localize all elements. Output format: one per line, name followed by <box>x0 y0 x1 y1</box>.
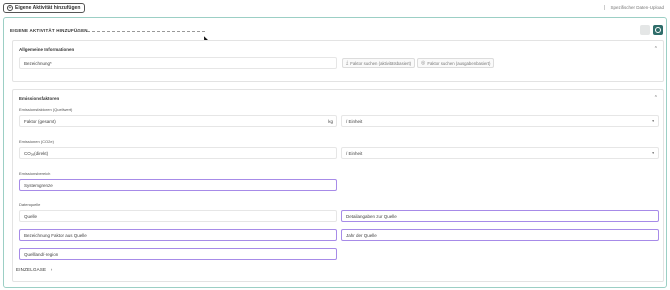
chevron-right-icon: › <box>50 267 53 272</box>
source-region-field[interactable]: Quellland/-region <box>19 248 337 260</box>
plus-circle-icon: + <box>7 5 13 11</box>
add-own-activity-label: Eigene Aktivität hinzufügen <box>15 5 81 11</box>
search-expense-factor-label: Faktor suchen (ausgabenbasiert) <box>427 60 491 66</box>
add-own-activity-button[interactable]: + Eigene Aktivität hinzufügen <box>3 3 86 13</box>
emissions-label: Emissionen (CO2e) <box>19 139 54 144</box>
emission-factors-title: Emissionsfaktoren <box>19 96 60 101</box>
source-details-placeholder: Detailangaben zur Quelle <box>346 213 397 219</box>
circle-icon <box>655 27 661 33</box>
co2-direct-placeholder: CO₂ₑ(direkt) <box>24 150 49 156</box>
caret-down-icon: ▾ <box>652 119 654 123</box>
emission-factors-section: Emissionsfaktoren ⌃ Emissionsfaktoren (Q… <box>12 89 664 282</box>
emission-range-label: Emissionsbereich <box>19 171 51 176</box>
unit-select-2-value: / Einheit <box>346 150 363 156</box>
caret-down-icon: ▾ <box>652 151 654 155</box>
search-activity-factor-button[interactable]: ⤓ Faktor suchen (aktivitätsbasiert) <box>342 58 416 68</box>
source-factor-name-placeholder: Bezeichnung Faktor aus Quelle <box>24 232 87 238</box>
factor-unit: kg <box>328 119 333 124</box>
specific-data-upload-link[interactable]: Spezifischer Daten-Upload <box>604 5 664 10</box>
factor-total-placeholder: Faktor (gesamt) <box>24 118 56 124</box>
confirm-button[interactable] <box>653 25 663 35</box>
source-region-placeholder: Quellland/-region <box>24 251 59 257</box>
source-year-placeholder: Jahr der Quelle <box>346 232 377 238</box>
designation-field[interactable]: Bezeichnung* <box>19 57 337 69</box>
eye-icon: ◎ <box>421 60 426 66</box>
designation-placeholder: Bezeichnung* <box>24 60 52 66</box>
search-activity-factor-label: Faktor suchen (aktivitätsbasiert) <box>350 60 412 66</box>
factor-total-field[interactable]: Faktor (gesamt) kg <box>19 115 337 127</box>
system-boundary-placeholder: Systemgrenze <box>24 182 53 188</box>
dashed-divider <box>77 30 205 32</box>
source-year-field[interactable]: Jahr der Quelle <box>341 229 659 241</box>
single-gases-toggle[interactable]: EINZELGASE › <box>16 267 52 272</box>
system-boundary-field[interactable]: Systemgrenze <box>19 179 337 191</box>
chevron-up-icon[interactable]: ⌃ <box>654 95 658 101</box>
search-expense-factor-button[interactable]: ◎ Faktor suchen (ausgabenbasiert) <box>417 58 495 68</box>
source-placeholder: Quelle <box>24 213 38 219</box>
data-source-label: Datenquelle <box>19 202 41 207</box>
general-info-section: Allgemeine Informationen ⌃ Bezeichnung* … <box>12 40 664 82</box>
co2-direct-field[interactable]: CO₂ₑ(direkt) <box>19 147 337 159</box>
download-icon: ⤓ <box>346 60 349 66</box>
chevron-up-icon[interactable]: ⌃ <box>654 46 658 52</box>
source-details-field[interactable]: Detailangaben zur Quelle <box>341 210 659 222</box>
source-factor-name-field[interactable]: Bezeichnung Faktor aus Quelle <box>19 229 337 241</box>
unit-select-value: / Einheit <box>346 118 363 124</box>
source-field[interactable]: Quelle <box>19 210 337 222</box>
unit-select-2[interactable]: / Einheit ▾ <box>341 147 659 159</box>
unit-select[interactable]: / Einheit ▾ <box>341 115 659 127</box>
add-activity-card: EIGENE AKTIVITÄT HINZUFÜGEN Allgemeine I… <box>3 17 667 288</box>
secondary-action-button[interactable] <box>640 25 650 35</box>
general-info-title: Allgemeine Informationen <box>19 47 75 52</box>
emission-factors-label: Emissionsfaktoren (Quellwert) <box>19 107 73 112</box>
single-gases-label: EINZELGASE <box>16 267 47 272</box>
